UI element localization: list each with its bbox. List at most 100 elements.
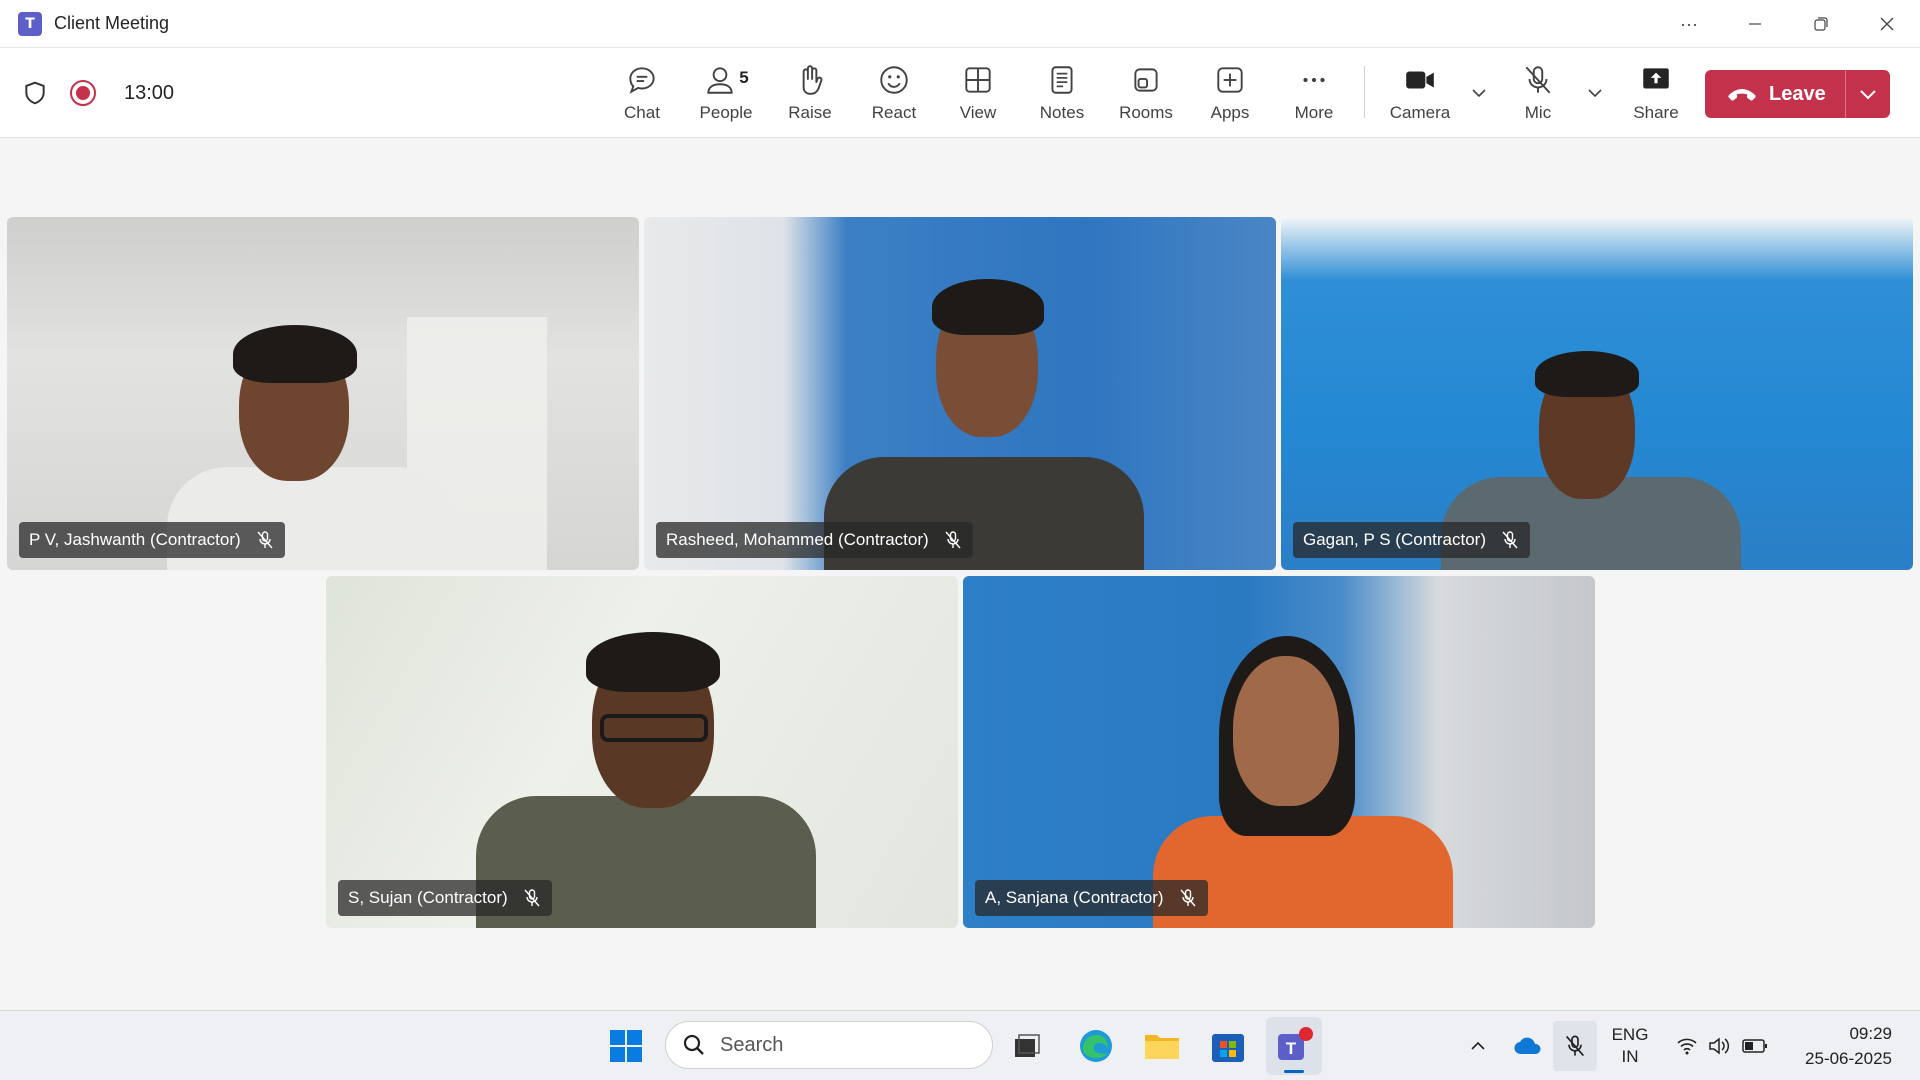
mic-button[interactable]: Mic bbox=[1496, 48, 1580, 138]
participant-name-tag: Rasheed, Mohammed (Contractor) bbox=[656, 522, 973, 558]
people-label: People bbox=[699, 103, 753, 122]
smiley-icon bbox=[880, 66, 908, 94]
edge-app-button[interactable] bbox=[1072, 1011, 1120, 1080]
restore-icon[interactable] bbox=[1788, 0, 1854, 48]
cloud-icon bbox=[1514, 1037, 1541, 1055]
camera-button[interactable]: Camera bbox=[1378, 48, 1462, 138]
video-tile[interactable]: P V, Jashwanth (Contractor) bbox=[7, 217, 639, 570]
meeting-info: 13:00 bbox=[22, 48, 174, 138]
mic-options-button[interactable] bbox=[1580, 48, 1610, 138]
participant-name-tag: A, Sanjana (Contractor) bbox=[975, 880, 1208, 916]
react-button[interactable]: React bbox=[852, 48, 936, 138]
minimize-icon[interactable] bbox=[1722, 0, 1788, 48]
chevron-down-icon bbox=[1860, 90, 1876, 100]
title-bar: T Client Meeting ··· bbox=[0, 0, 1920, 48]
participant-name: A, Sanjana (Contractor) bbox=[985, 888, 1164, 907]
raise-hand-button[interactable]: Raise bbox=[768, 48, 852, 138]
share-button[interactable]: Share bbox=[1614, 48, 1698, 138]
language-indicator[interactable]: ENG IN bbox=[1604, 1011, 1656, 1080]
glasses bbox=[600, 714, 708, 742]
leave-label: Leave bbox=[1769, 82, 1826, 105]
participant-name: S, Sujan (Contractor) bbox=[348, 888, 508, 907]
person-hair bbox=[1535, 351, 1639, 397]
people-icon-group: 5 bbox=[703, 63, 749, 97]
window-title: Client Meeting bbox=[54, 13, 170, 33]
task-view-button[interactable] bbox=[1003, 1011, 1051, 1080]
leave-button[interactable]: Leave bbox=[1705, 70, 1845, 118]
more-options-icon[interactable]: ··· bbox=[1656, 0, 1722, 48]
camera-options-button[interactable] bbox=[1464, 48, 1494, 138]
mic-off-icon bbox=[1525, 66, 1551, 94]
person-face bbox=[1233, 656, 1339, 806]
more-button[interactable]: More bbox=[1272, 48, 1356, 138]
apps-button[interactable]: Apps bbox=[1188, 48, 1272, 138]
mic-muted-tray-button[interactable] bbox=[1553, 1021, 1597, 1071]
apps-label: Apps bbox=[1210, 103, 1250, 122]
mic-label: Mic bbox=[1524, 103, 1552, 122]
close-icon[interactable] bbox=[1854, 0, 1920, 48]
window-controls: ··· bbox=[1656, 0, 1920, 48]
video-tile[interactable]: Rasheed, Mohammed (Contractor) bbox=[644, 217, 1276, 570]
file-explorer-button[interactable] bbox=[1138, 1011, 1186, 1080]
camera-icon bbox=[1406, 71, 1434, 89]
teams-icon: T bbox=[1278, 1027, 1313, 1060]
start-button[interactable] bbox=[600, 1011, 652, 1080]
people-button[interactable]: 5 People bbox=[684, 48, 768, 138]
camera-label: Camera bbox=[1389, 103, 1451, 122]
meeting-timer: 13:00 bbox=[124, 81, 175, 104]
onedrive-button[interactable] bbox=[1508, 1011, 1548, 1080]
edge-icon bbox=[1080, 1030, 1112, 1062]
system-clock[interactable]: 09:29 25-06-2025 bbox=[1805, 1021, 1892, 1071]
video-tile[interactable]: S, Sujan (Contractor) bbox=[326, 576, 958, 928]
svg-text:T: T bbox=[1286, 1039, 1297, 1058]
chat-label: Chat bbox=[624, 103, 660, 122]
view-button[interactable]: View bbox=[936, 48, 1020, 138]
view-label: View bbox=[959, 103, 997, 122]
show-hidden-icons-button[interactable] bbox=[1460, 1011, 1496, 1080]
folder-icon bbox=[1145, 1035, 1179, 1059]
language-code: ENG bbox=[1611, 1025, 1649, 1044]
more-icon bbox=[1303, 77, 1325, 83]
windows-logo-icon bbox=[610, 1030, 642, 1062]
video-tile[interactable]: A, Sanjana (Contractor) bbox=[963, 576, 1595, 928]
teams-app-button[interactable]: T bbox=[1266, 1017, 1322, 1075]
active-indicator bbox=[1284, 1070, 1304, 1073]
person-hair bbox=[586, 632, 720, 692]
participant-name-tag: P V, Jashwanth (Contractor) bbox=[19, 522, 285, 558]
participant-name: Gagan, P S (Contractor) bbox=[1303, 530, 1486, 549]
rooms-label: Rooms bbox=[1119, 103, 1173, 122]
taskbar: Search T ENG IN 09:29 25-06-2025 bbox=[0, 1010, 1920, 1080]
mic-muted-icon bbox=[1502, 531, 1518, 549]
leave-button-group: Leave bbox=[1705, 70, 1890, 118]
rooms-icon bbox=[1134, 68, 1158, 92]
clock-time: 09:29 bbox=[1849, 1024, 1892, 1043]
rooms-button[interactable]: Rooms bbox=[1104, 48, 1188, 138]
raise-hand-icon bbox=[802, 65, 823, 95]
chat-icon bbox=[629, 67, 655, 94]
people-icon bbox=[707, 67, 733, 94]
participant-name-tag: S, Sujan (Contractor) bbox=[338, 880, 552, 916]
video-tile[interactable]: Gagan, P S (Contractor) bbox=[1281, 217, 1913, 570]
participant-name-tag: Gagan, P S (Contractor) bbox=[1293, 522, 1530, 558]
grid-view-icon bbox=[965, 67, 991, 93]
clock-date: 25-06-2025 bbox=[1805, 1049, 1892, 1068]
battery-icon bbox=[1742, 1039, 1767, 1053]
participant-name: P V, Jashwanth (Contractor) bbox=[29, 530, 241, 549]
quick-settings-button[interactable] bbox=[1672, 1011, 1772, 1080]
taskbar-search[interactable]: Search bbox=[665, 1021, 993, 1069]
share-screen-icon bbox=[1643, 68, 1669, 89]
mic-muted-icon bbox=[257, 531, 273, 549]
chat-button[interactable]: Chat bbox=[600, 48, 684, 138]
share-label: Share bbox=[1633, 103, 1679, 122]
leave-options-button[interactable] bbox=[1846, 70, 1890, 118]
mic-muted-icon bbox=[945, 531, 961, 549]
toolbar-divider bbox=[1364, 66, 1365, 118]
mic-muted-icon bbox=[524, 889, 540, 907]
volume-icon bbox=[1709, 1037, 1730, 1055]
shield-icon[interactable] bbox=[22, 80, 48, 106]
notes-button[interactable]: Notes bbox=[1020, 48, 1104, 138]
store-app-button[interactable] bbox=[1204, 1011, 1252, 1080]
meeting-toolbar: 13:00 Chat 5 People Raise React View Not… bbox=[0, 48, 1920, 138]
task-view-icon bbox=[1015, 1034, 1040, 1057]
mic-muted-icon bbox=[1565, 1035, 1585, 1057]
